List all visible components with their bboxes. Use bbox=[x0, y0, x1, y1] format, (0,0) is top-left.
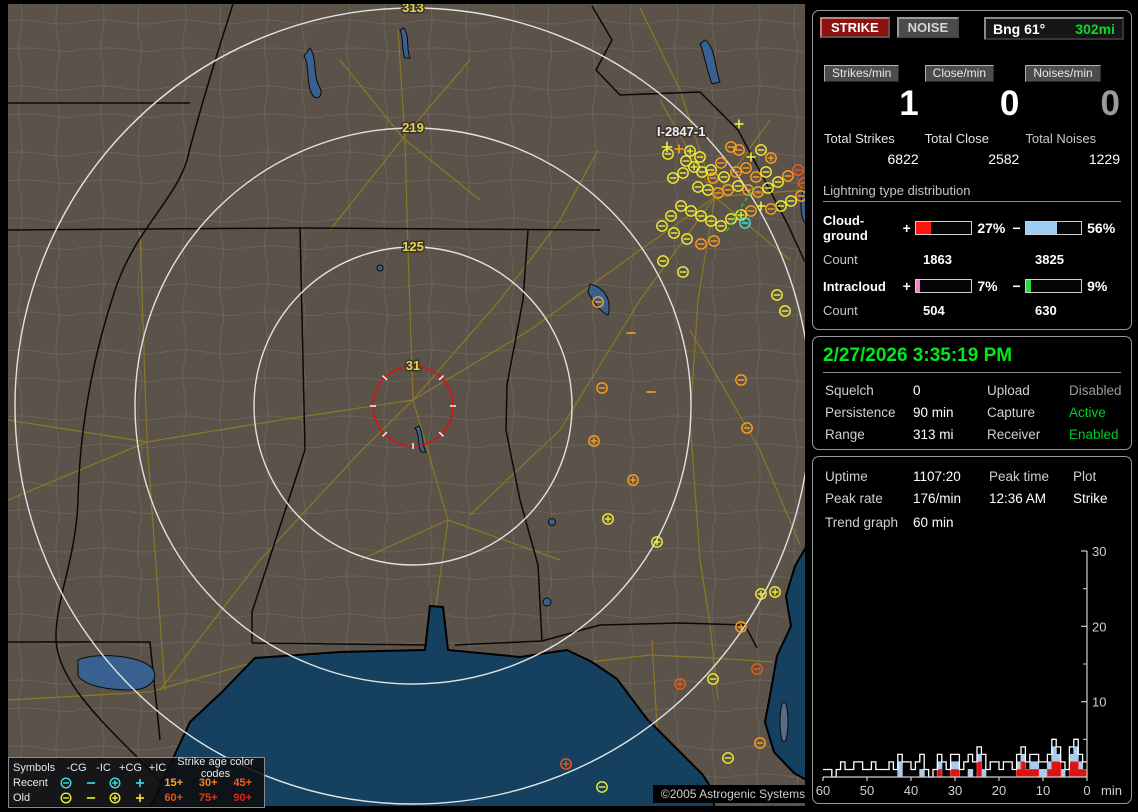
copyright-text: ©2005 Astrogenic Systems bbox=[653, 785, 813, 803]
svg-text:31: 31 bbox=[406, 358, 420, 373]
status-panel: 2/27/2026 3:35:19 PM Squelch 0 Upload Di… bbox=[812, 336, 1132, 450]
distance-value: 302mi bbox=[1075, 20, 1115, 37]
upload-label: Upload bbox=[987, 383, 1030, 398]
trend-graph-value: 60 min bbox=[913, 515, 954, 530]
ic-negative-pct: 9% bbox=[1087, 278, 1108, 294]
ic-negative-bar bbox=[1024, 279, 1083, 293]
map-legend: Symbols -CG -IC +CG +IC Strike age color… bbox=[8, 756, 265, 808]
trend-graph-label: Trend graph bbox=[825, 515, 899, 530]
svg-text:0: 0 bbox=[1083, 783, 1090, 798]
peak-time-label: Peak time bbox=[989, 469, 1050, 484]
capture-status: Active bbox=[1069, 405, 1106, 420]
uptime-value: 1107:20 bbox=[913, 469, 961, 484]
lightning-distribution: Lightning type distribution Cloud-ground… bbox=[813, 183, 1131, 318]
svg-text:10: 10 bbox=[1092, 695, 1106, 710]
total-close-value: 2582 bbox=[988, 151, 1020, 167]
cg-positive-pct: 27% bbox=[977, 220, 1006, 236]
peak-time-value: 12:36 AM bbox=[989, 491, 1047, 506]
total-strikes-label: Total Strikes bbox=[824, 131, 895, 146]
strikes-per-min-chip: Strikes/min bbox=[824, 65, 900, 82]
p-symbol-icon bbox=[135, 793, 145, 802]
lightning-map[interactable]: 125 219 313 31 I-2847-1 Symbols -CG -IC +CG… bbox=[8, 4, 813, 808]
close-per-min-chip: Close/min bbox=[924, 65, 995, 82]
cg-positive-count: 1863 bbox=[923, 252, 952, 267]
bearing-value: Bng 61° bbox=[993, 20, 1046, 37]
capture-label: Capture bbox=[987, 405, 1036, 420]
cg-negative-pct: 56% bbox=[1087, 220, 1116, 236]
cm-symbol-icon bbox=[60, 776, 72, 789]
svg-text:40: 40 bbox=[904, 783, 918, 798]
trend-graph: 10 20 30 60 50 40 30 20 10 0 min bbox=[816, 544, 1122, 798]
intracloud-label: Intracloud bbox=[823, 278, 886, 294]
cp-symbol-icon bbox=[109, 791, 121, 804]
legend-symbols-label: Symbols bbox=[13, 761, 56, 774]
peak-rate-label: Peak rate bbox=[825, 491, 883, 506]
p-symbol-icon bbox=[135, 778, 145, 787]
svg-text:50: 50 bbox=[860, 783, 874, 798]
ic-positive-count: 504 bbox=[923, 303, 945, 318]
strike-stats-panel: STRIKE NOISE Bng 61° 302mi Strikes/min 1… bbox=[812, 10, 1132, 330]
ic-positive-pct: 7% bbox=[977, 278, 998, 294]
persistence-value: 90 min bbox=[913, 405, 954, 420]
svg-text:313: 313 bbox=[402, 4, 424, 15]
noise-mode-button[interactable]: NOISE bbox=[896, 17, 960, 38]
svg-text:min: min bbox=[1101, 783, 1122, 798]
strike-mode-button[interactable]: STRIKE bbox=[820, 17, 890, 38]
map-canvas: 125 219 313 31 I-2847-1 bbox=[8, 4, 805, 806]
total-strikes-value: 6822 bbox=[887, 151, 919, 167]
bearing-readout: Bng 61° 302mi bbox=[984, 17, 1124, 40]
cp-symbol-icon bbox=[109, 776, 121, 789]
plot-value: Strike bbox=[1073, 491, 1108, 506]
cg-negative-count: 3825 bbox=[1035, 252, 1064, 267]
uptime-label: Uptime bbox=[825, 469, 868, 484]
receiver-status: Enabled bbox=[1069, 427, 1119, 442]
svg-text:60: 60 bbox=[816, 783, 830, 798]
upload-status: Disabled bbox=[1069, 383, 1122, 398]
receiver-label: Receiver bbox=[987, 427, 1041, 442]
ic-negative-count: 630 bbox=[1035, 303, 1057, 318]
svg-text:30: 30 bbox=[1092, 544, 1106, 559]
m-symbol-icon bbox=[86, 796, 96, 799]
cg-positive-bar bbox=[915, 221, 973, 235]
total-close-label: Total Close bbox=[924, 131, 989, 146]
ic-positive-bar bbox=[915, 279, 973, 293]
squelch-value: 0 bbox=[913, 383, 921, 398]
svg-text:10: 10 bbox=[1036, 783, 1050, 798]
datetime-display: 2/27/2026 3:35:19 PM bbox=[823, 345, 1013, 366]
trend-panel: Uptime 1107:20 Peak time Plot Peak rate … bbox=[812, 456, 1132, 804]
noises-per-min-chip: Noises/min bbox=[1025, 65, 1101, 82]
noises-per-min-value: 0 bbox=[1100, 84, 1121, 123]
distribution-title: Lightning type distribution bbox=[823, 183, 1121, 202]
persistence-label: Persistence bbox=[825, 405, 896, 420]
peak-rate-value: 176/min bbox=[913, 491, 962, 506]
cm-symbol-icon bbox=[60, 791, 72, 804]
svg-text:20: 20 bbox=[1092, 619, 1106, 634]
strikes-per-min-value: 1 bbox=[899, 84, 919, 123]
svg-text:125: 125 bbox=[402, 239, 424, 254]
range-label: Range bbox=[825, 427, 865, 442]
app-window: 125 219 313 31 I-2847-1 Symbols -CG -IC +CG… bbox=[0, 0, 1138, 812]
legend-row-old: Old 60+ 75+ 90+ bbox=[13, 791, 253, 804]
m-symbol-icon bbox=[86, 781, 96, 784]
svg-text:I-2847-1: I-2847-1 bbox=[657, 124, 705, 139]
legend-header: Symbols -CG -IC +CG +IC Strike age color… bbox=[13, 756, 260, 780]
close-per-min-value: 0 bbox=[999, 84, 1020, 123]
svg-text:219: 219 bbox=[402, 120, 424, 135]
legend-row-recent: Recent 15+ 30+ 45+ bbox=[13, 776, 253, 789]
squelch-label: Squelch bbox=[825, 383, 874, 398]
total-noises-label: Total Noises bbox=[1025, 131, 1097, 146]
svg-text:30: 30 bbox=[948, 783, 962, 798]
cg-negative-bar bbox=[1024, 221, 1083, 235]
cloud-ground-label: Cloud-ground bbox=[823, 213, 868, 243]
range-value: 313 mi bbox=[913, 427, 954, 442]
svg-text:20: 20 bbox=[992, 783, 1006, 798]
plot-label: Plot bbox=[1073, 469, 1097, 484]
total-noises-value: 1229 bbox=[1088, 151, 1121, 167]
